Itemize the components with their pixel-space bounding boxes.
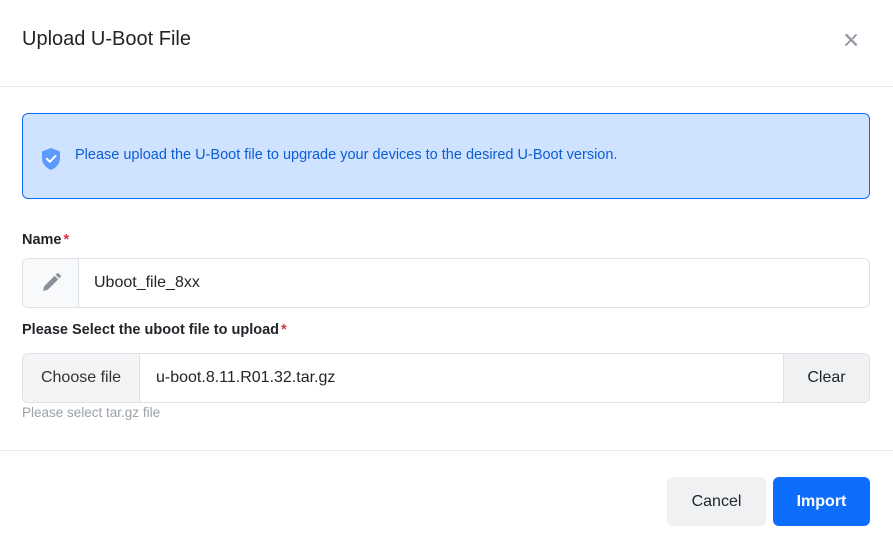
cancel-button[interactable]: Cancel xyxy=(667,477,766,526)
close-icon[interactable] xyxy=(838,27,864,53)
import-button[interactable]: Import xyxy=(773,477,870,526)
choose-file-button[interactable]: Choose file xyxy=(23,354,140,402)
name-input[interactable] xyxy=(79,259,869,307)
file-label: Please Select the uboot file to upload * xyxy=(22,322,287,338)
name-label: Name * xyxy=(22,232,69,248)
clear-button[interactable]: Clear xyxy=(783,354,869,402)
info-alert: Please upload the U-Boot file to upgrade… xyxy=(22,113,870,199)
file-hint: Please select tar.gz file xyxy=(22,405,161,420)
file-label-text: Please Select the uboot file to upload xyxy=(22,322,280,338)
modal-title: Upload U-Boot File xyxy=(22,28,191,50)
name-input-group xyxy=(22,258,870,308)
required-asterisk: * xyxy=(63,232,70,248)
modal-header: Upload U-Boot File xyxy=(0,0,893,87)
selected-file-name[interactable]: u-boot.8.11.R01.32.tar.gz xyxy=(140,354,783,402)
pencil-icon xyxy=(23,259,79,307)
alert-message: Please upload the U-Boot file to upgrade… xyxy=(75,147,618,163)
required-asterisk: * xyxy=(281,322,287,338)
upload-uboot-modal: Upload U-Boot File Please upload the U-B… xyxy=(0,0,893,549)
file-input-group: Choose file u-boot.8.11.R01.32.tar.gz Cl… xyxy=(22,353,870,403)
footer-divider xyxy=(0,450,893,451)
shield-check-icon xyxy=(40,147,62,171)
name-label-text: Name xyxy=(22,232,62,248)
